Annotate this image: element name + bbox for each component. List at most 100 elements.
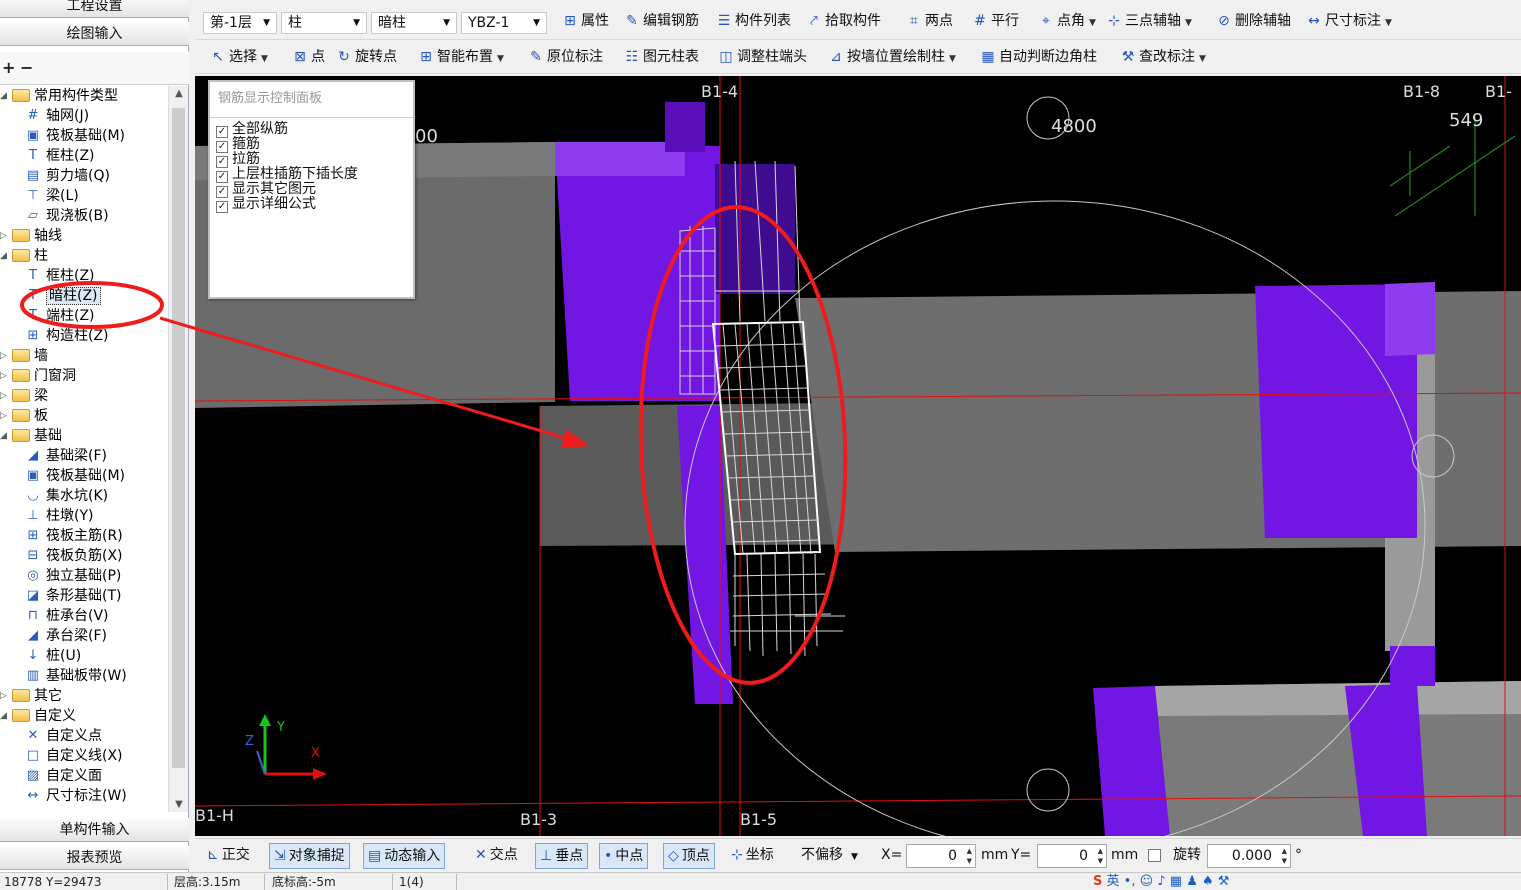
ime-toolbar[interactable]: S 英 •, ☺ ♪ ▦ ♟ ♠ ⚒ [1093, 873, 1229, 890]
tree-item[interactable]: ◪ 条形基础(T) [24, 586, 122, 606]
checkbox-checked-icon[interactable]: ✓ [216, 201, 228, 213]
toolbar-button-properties[interactable]: ⊞ 属性 [561, 6, 609, 36]
report-preview-button[interactable]: 报表预览 [0, 846, 189, 870]
offset-mode-select[interactable]: 不偏移 ▼ [797, 843, 862, 869]
column-right-bottom[interactable] [1390, 646, 1435, 686]
emoji-icon[interactable]: ☺ [1140, 874, 1154, 889]
toolbar-button-column-table[interactable]: ☷ 图元柱表 [623, 42, 699, 72]
tree-item[interactable]: ⊟ 筏板负筋(X) [24, 546, 123, 566]
rebar-option[interactable]: ✓ 显示详细公式 [216, 197, 316, 213]
dropdown-arrow-icon[interactable]: ▼ [1385, 18, 1392, 28]
user-icon[interactable]: ♟ [1186, 874, 1198, 889]
type-select[interactable]: 暗柱 ▼ [371, 12, 457, 34]
snap-toggle-ortho[interactable]: ⊾ 正交 [203, 843, 254, 869]
snap-toggle-intersection[interactable]: ✕ 交点 [471, 843, 522, 869]
toolbar-button-point-angle[interactable]: ⌖ 点角 ▼ [1037, 6, 1096, 36]
rebar-option[interactable]: ✓ 全部纵筋 [216, 122, 288, 138]
toolbar-button-draw-by-wall[interactable]: ⊿ 按墙位置绘制柱 ▼ [827, 42, 956, 72]
tree-item[interactable]: ◢ 基础梁(F) [24, 446, 107, 466]
toolbar-button-delete-axis[interactable]: ⊘ 删除辅轴 [1215, 6, 1291, 36]
category-select[interactable]: 柱 ▼ [281, 12, 367, 34]
rebar-option[interactable]: ✓ 显示其它图元 [216, 182, 316, 198]
snap-toggle-midpoint[interactable]: • 中点 [599, 843, 649, 869]
dropdown-arrow-icon[interactable]: ▼ [949, 54, 956, 64]
tree-item[interactable]: ▣ 筏板基础(M) [24, 466, 125, 486]
column-upper-left[interactable] [555, 142, 720, 401]
dropdown-arrow-icon[interactable]: ▼ [497, 54, 504, 64]
toolbar-button-smart-layout[interactable]: ⊞ 智能布置 ▼ [417, 42, 504, 72]
tree-item[interactable]: ⊤ 梁(L) [24, 186, 78, 206]
expanded-toggle-icon[interactable]: ◢ [0, 86, 10, 106]
voice-icon[interactable]: ♪ [1157, 874, 1165, 889]
rebar-option[interactable]: ✓ 箍筋 [216, 137, 260, 153]
tree-folder[interactable]: ◢ 柱 [0, 246, 48, 266]
tree-item[interactable]: ▨ 自定义面 [24, 766, 102, 786]
tree-folder[interactable]: ▷ 其它 [0, 686, 62, 706]
toolbar-button-point[interactable]: ⊠ 点 [291, 42, 325, 72]
tree-folder[interactable]: ◢ 自定义 [0, 706, 76, 726]
toolbar-button-parallel[interactable]: # 平行 [971, 6, 1019, 36]
tree-item[interactable]: ◡ 集水坑(K) [24, 486, 108, 506]
x-input[interactable]: 0 ▲ ▼ [906, 844, 976, 868]
toolbar-button-dimension[interactable]: ↔ 尺寸标注 ▼ [1305, 6, 1392, 36]
tools-icon[interactable]: ⚒ [1218, 874, 1230, 889]
tree-item[interactable]: ◢ 承台梁(F) [24, 626, 107, 646]
toolbar-button-three-point-axis[interactable]: ⊹ 三点辅轴 ▼ [1105, 6, 1192, 36]
tree-item[interactable]: # 轴网(J) [24, 106, 90, 126]
toolbar-button-component-list[interactable]: ☰ 构件列表 [715, 6, 791, 36]
rotate-input[interactable]: 0.000 ▲ ▼ [1207, 844, 1291, 868]
tree-folder[interactable]: ◢ 基础 [0, 426, 62, 446]
snap-toggle-coordinate[interactable]: ⊹ 坐标 [727, 843, 778, 869]
snap-toggle-vertex[interactable]: ◇ 顶点 [663, 843, 715, 869]
component-select[interactable]: YBZ-1 ▼ [461, 12, 547, 34]
collapsed-toggle-icon[interactable]: ▷ [0, 226, 10, 246]
toolbar-button-two-point[interactable]: ⌗ 两点 [905, 6, 953, 36]
scroll-thumb[interactable] [172, 108, 185, 768]
tree-scrollbar[interactable]: ▲ ▼ [168, 86, 188, 812]
toolbar-button-select-cursor[interactable]: ↖ 选择 ▼ [209, 42, 268, 72]
dropdown-arrow-icon[interactable]: ▼ [261, 54, 268, 64]
tree-item[interactable]: ▥ 基础板带(W) [24, 666, 127, 686]
single-component-input-button[interactable]: 单构件输入 [0, 818, 189, 842]
tree-item[interactable]: T 端柱(Z) [24, 306, 95, 326]
collapsed-toggle-icon[interactable]: ▷ [0, 386, 10, 406]
rebar-option[interactable]: ✓ 拉筋 [216, 152, 260, 168]
tree-item[interactable]: ▣ 筏板基础(M) [24, 126, 125, 146]
tree-item[interactable]: T 暗柱(Z) [24, 286, 101, 306]
tree-item[interactable]: T 框柱(Z) [24, 146, 95, 166]
drawing-input-button[interactable]: 绘图输入 [0, 22, 189, 46]
tree-folder[interactable]: ◢ 常用构件类型 [0, 86, 118, 106]
expand-all-icon[interactable]: + [2, 58, 15, 77]
expanded-toggle-icon[interactable]: ◢ [0, 246, 10, 266]
dropdown-arrow-icon[interactable]: ▼ [1185, 18, 1192, 28]
tree-folder[interactable]: ▷ 轴线 [0, 226, 62, 246]
tree-folder[interactable]: ▷ 梁 [0, 386, 48, 406]
tree-item[interactable]: ↔ 尺寸标注(W) [24, 786, 127, 806]
toolbar-button-adjust-column-end[interactable]: ◫ 调整柱端头 [717, 42, 807, 72]
tree-folder[interactable]: ▷ 板 [0, 406, 48, 426]
project-settings-button[interactable]: 工程设置 [0, 0, 189, 18]
floor-select[interactable]: 第-1层 ▼ [203, 12, 277, 34]
scroll-down-icon[interactable]: ▼ [169, 799, 189, 810]
rebar-option[interactable]: ✓ 上层柱插筋下插长度 [216, 167, 358, 183]
collapsed-toggle-icon[interactable]: ▷ [0, 346, 10, 366]
toolbar-button-edit-rebar[interactable]: ✎ 编辑钢筋 [623, 6, 699, 36]
collapsed-toggle-icon[interactable]: ▷ [0, 686, 10, 706]
tree-item[interactable]: ⊥ 柱墩(Y) [24, 506, 93, 526]
toolbar-button-check-label[interactable]: ⚒ 查改标注 ▼ [1119, 42, 1206, 72]
dropdown-arrow-icon[interactable]: ▼ [1089, 18, 1096, 28]
tree-item[interactable]: ▤ 剪力墙(Q) [24, 166, 110, 186]
collapse-all-icon[interactable]: − [20, 58, 33, 77]
tree-item[interactable]: ⊞ 构造柱(Z) [24, 326, 109, 346]
skin-icon[interactable]: ♠ [1202, 874, 1214, 889]
y-input[interactable]: 0 ▲ ▼ [1037, 844, 1107, 868]
collapsed-toggle-icon[interactable]: ▷ [0, 366, 10, 386]
tree-folder[interactable]: ▷ 墙 [0, 346, 48, 366]
snap-toggle-perpendicular[interactable]: ⊥ 垂点 [535, 843, 589, 869]
tree-item[interactable]: T 框柱(Z) [24, 266, 95, 286]
punctuation-icon[interactable]: •, [1124, 874, 1140, 889]
toolbar-button-auto-corner-column[interactable]: ▦ 自动判断边角柱 [979, 42, 1097, 72]
tree-folder[interactable]: ▷ 门窗洞 [0, 366, 76, 386]
tree-item[interactable]: □ 自定义线(X) [24, 746, 123, 766]
toolbar-button-in-place-label[interactable]: ✎ 原位标注 [527, 42, 603, 72]
